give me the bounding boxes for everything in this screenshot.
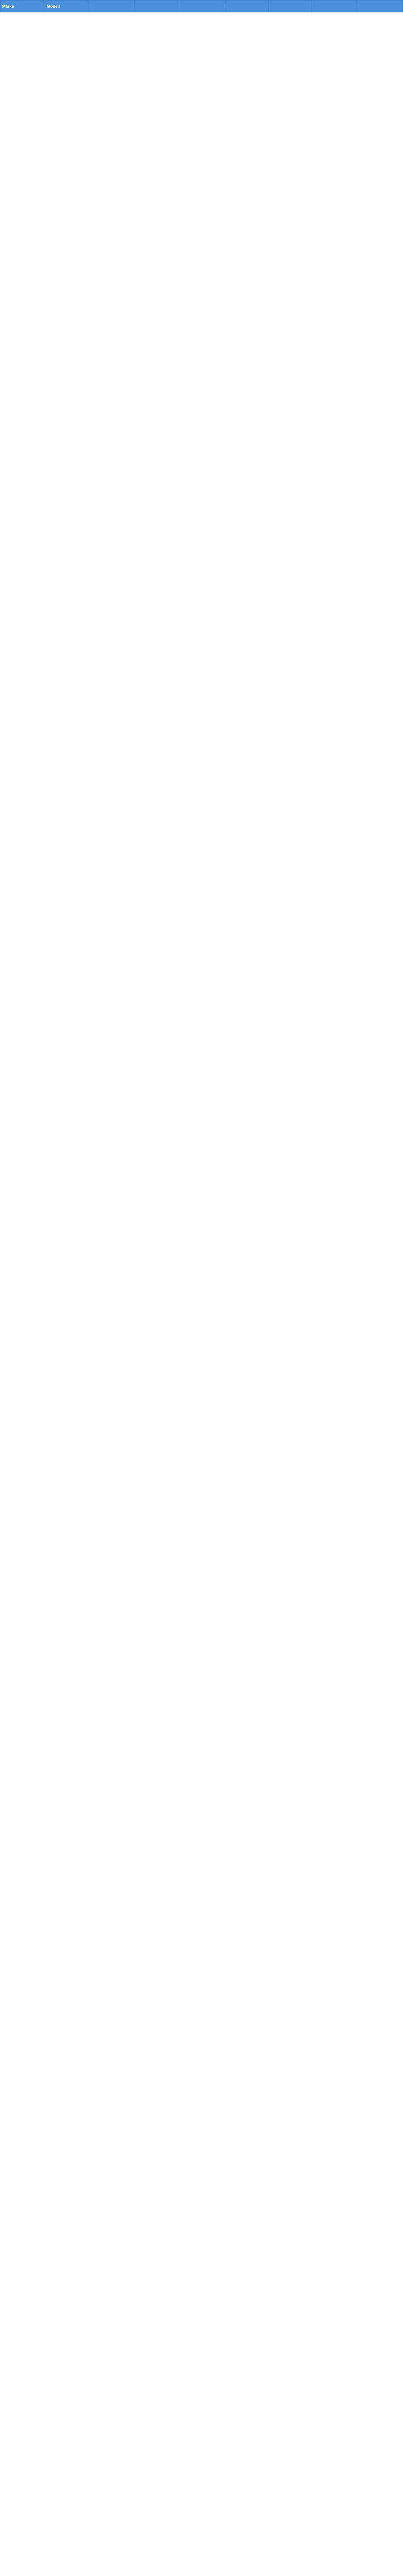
column-header[interactable] — [179, 0, 224, 12]
column-header[interactable] — [223, 0, 269, 12]
column-header[interactable]: Marke — [0, 0, 45, 12]
table-header: Marke Modell — [0, 0, 403, 12]
column-header[interactable] — [89, 0, 135, 12]
column-header[interactable] — [358, 0, 403, 12]
column-header[interactable] — [268, 0, 314, 12]
page: Marke Modell — [0, 0, 403, 12]
column-header[interactable] — [134, 0, 180, 12]
column-header[interactable] — [313, 0, 359, 12]
column-header[interactable]: Modell — [44, 0, 90, 12]
header-row: Marke Modell — [0, 0, 403, 12]
vehicle-table: Marke Modell — [0, 0, 403, 12]
